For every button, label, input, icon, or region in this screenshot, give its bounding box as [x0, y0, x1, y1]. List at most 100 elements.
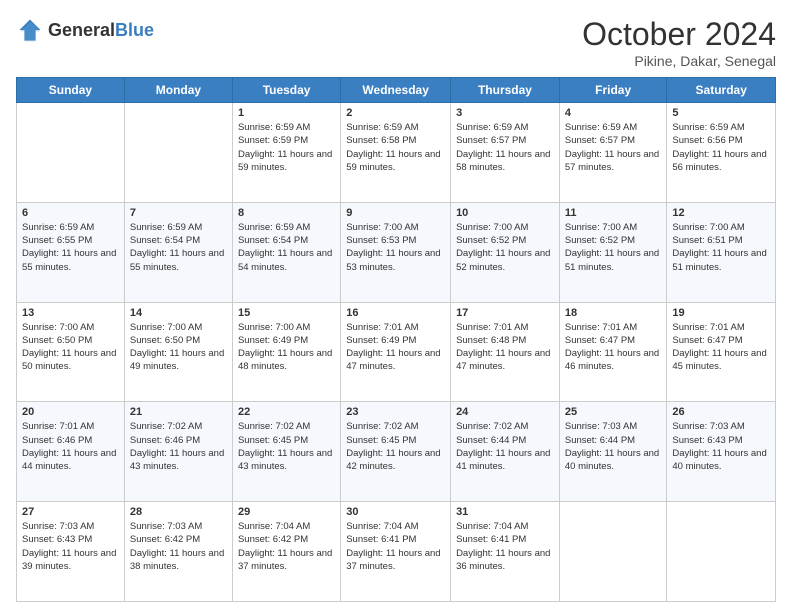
weekday-tuesday: Tuesday: [232, 78, 340, 103]
day-number: 16: [346, 307, 445, 319]
day-number: 17: [456, 307, 554, 319]
calendar-cell: 25Sunrise: 7:03 AMSunset: 6:44 PMDayligh…: [559, 402, 667, 502]
cell-content: Sunrise: 7:01 AMSunset: 6:49 PMDaylight:…: [346, 322, 440, 373]
day-number: 13: [22, 307, 119, 319]
logo-blue: Blue: [115, 20, 154, 40]
calendar-cell: 15 Sunrise: 7:00 AMSunset: 6:49 PMDayligh…: [232, 302, 340, 402]
header: GeneralBlue October 2024 Pikine, Dakar, …: [16, 16, 776, 69]
calendar-cell: 9Sunrise: 7:00 AMSunset: 6:53 PMDaylight…: [341, 202, 451, 302]
cell-content: Sunrise: 7:00 AMSunset: 6:53 PMDaylight:…: [346, 222, 440, 273]
cell-content: Sunrise: 6:59 AMSunset: 6:54 PMDaylight:…: [130, 222, 224, 273]
calendar-cell: 6 Sunrise: 6:59 AMSunset: 6:55 PMDaylight…: [17, 202, 125, 302]
day-number: 3: [456, 107, 554, 119]
day-number: 8: [238, 207, 335, 219]
calendar-cell: 17 Sunrise: 7:01 AMSunset: 6:48 PMDayligh…: [451, 302, 560, 402]
cell-content: Sunrise: 7:00 AMSunset: 6:50 PMDaylight:…: [130, 322, 224, 373]
calendar-cell: 20 Sunrise: 7:01 AMSunset: 6:46 PMDayligh…: [17, 402, 125, 502]
cell-content: Sunrise: 7:00 AMSunset: 6:52 PMDaylight:…: [565, 222, 659, 273]
day-number: 31: [456, 506, 554, 518]
weekday-saturday: Saturday: [667, 78, 776, 103]
calendar-page: GeneralBlue October 2024 Pikine, Dakar, …: [0, 0, 792, 612]
cell-content: Sunrise: 6:59 AMSunset: 6:58 PMDaylight:…: [346, 122, 440, 173]
calendar-cell: 23 Sunrise: 7:02 AMSunset: 6:45 PMDayligh…: [341, 402, 451, 502]
day-number: 12: [672, 207, 770, 219]
calendar-cell: 28 Sunrise: 7:03 AMSunset: 6:42 PMDayligh…: [124, 502, 232, 602]
calendar-cell: 4 Sunrise: 6:59 AMSunset: 6:57 PMDaylight…: [559, 103, 667, 203]
cell-content: Sunrise: 7:02 AMSunset: 6:45 PMDaylight:…: [346, 421, 440, 472]
calendar-cell: 24 Sunrise: 7:02 AMSunset: 6:44 PMDayligh…: [451, 402, 560, 502]
calendar-cell: 30Sunrise: 7:04 AMSunset: 6:41 PMDayligh…: [341, 502, 451, 602]
day-number: 14: [130, 307, 227, 319]
cell-content: Sunrise: 7:03 AMSunset: 6:43 PMDaylight:…: [672, 421, 766, 472]
calendar-cell: [667, 502, 776, 602]
calendar-cell: 21 Sunrise: 7:02 AMSunset: 6:46 PMDayligh…: [124, 402, 232, 502]
day-number: 23: [346, 406, 445, 418]
day-number: 11: [565, 207, 662, 219]
cell-content: Sunrise: 7:01 AMSunset: 6:48 PMDaylight:…: [456, 322, 550, 373]
cell-content: Sunrise: 7:02 AMSunset: 6:44 PMDaylight:…: [456, 421, 550, 472]
cell-content: Sunrise: 7:00 AMSunset: 6:52 PMDaylight:…: [456, 222, 550, 273]
calendar-week-4: 20 Sunrise: 7:01 AMSunset: 6:46 PMDayligh…: [17, 402, 776, 502]
calendar-cell: 19Sunrise: 7:01 AMSunset: 6:47 PMDayligh…: [667, 302, 776, 402]
calendar-cell: 22Sunrise: 7:02 AMSunset: 6:45 PMDayligh…: [232, 402, 340, 502]
calendar-week-3: 13 Sunrise: 7:00 AMSunset: 6:50 PMDayligh…: [17, 302, 776, 402]
day-number: 24: [456, 406, 554, 418]
day-number: 7: [130, 207, 227, 219]
calendar-cell: [17, 103, 125, 203]
calendar-cell: 5Sunrise: 6:59 AMSunset: 6:56 PMDaylight…: [667, 103, 776, 203]
calendar-cell: 16 Sunrise: 7:01 AMSunset: 6:49 PMDayligh…: [341, 302, 451, 402]
cell-content: Sunrise: 7:00 AMSunset: 6:49 PMDaylight:…: [238, 322, 332, 373]
day-number: 6: [22, 207, 119, 219]
calendar-cell: [124, 103, 232, 203]
calendar-cell: 11 Sunrise: 7:00 AMSunset: 6:52 PMDayligh…: [559, 202, 667, 302]
cell-content: Sunrise: 7:01 AMSunset: 6:46 PMDaylight:…: [22, 421, 116, 472]
day-number: 4: [565, 107, 662, 119]
day-number: 22: [238, 406, 335, 418]
calendar-cell: 2 Sunrise: 6:59 AMSunset: 6:58 PMDaylight…: [341, 103, 451, 203]
cell-content: Sunrise: 7:03 AMSunset: 6:42 PMDaylight:…: [130, 521, 224, 572]
calendar-cell: 27 Sunrise: 7:03 AMSunset: 6:43 PMDayligh…: [17, 502, 125, 602]
calendar-week-1: 1Sunrise: 6:59 AMSunset: 6:59 PMDaylight…: [17, 103, 776, 203]
calendar-cell: 14 Sunrise: 7:00 AMSunset: 6:50 PMDayligh…: [124, 302, 232, 402]
calendar-cell: 3Sunrise: 6:59 AMSunset: 6:57 PMDaylight…: [451, 103, 560, 203]
day-number: 18: [565, 307, 662, 319]
weekday-sunday: Sunday: [17, 78, 125, 103]
logo-icon: [16, 16, 44, 44]
day-number: 2: [346, 107, 445, 119]
calendar-cell: 10 Sunrise: 7:00 AMSunset: 6:52 PMDayligh…: [451, 202, 560, 302]
day-number: 19: [672, 307, 770, 319]
title-block: October 2024 Pikine, Dakar, Senegal: [582, 16, 776, 69]
logo-text: GeneralBlue: [48, 20, 154, 41]
day-number: 20: [22, 406, 119, 418]
cell-content: Sunrise: 6:59 AMSunset: 6:55 PMDaylight:…: [22, 222, 116, 273]
cell-content: Sunrise: 7:01 AMSunset: 6:47 PMDaylight:…: [565, 322, 659, 373]
location-subtitle: Pikine, Dakar, Senegal: [582, 53, 776, 69]
day-number: 29: [238, 506, 335, 518]
cell-content: Sunrise: 7:04 AMSunset: 6:42 PMDaylight:…: [238, 521, 332, 572]
day-number: 28: [130, 506, 227, 518]
cell-content: Sunrise: 6:59 AMSunset: 6:59 PMDaylight:…: [238, 122, 332, 173]
cell-content: Sunrise: 6:59 AMSunset: 6:57 PMDaylight:…: [565, 122, 659, 173]
calendar-cell: 1Sunrise: 6:59 AMSunset: 6:59 PMDaylight…: [232, 103, 340, 203]
calendar-cell: 13Sunrise: 7:00 AMSunset: 6:50 PMDayligh…: [17, 302, 125, 402]
calendar-table: SundayMondayTuesdayWednesdayThursdayFrid…: [16, 77, 776, 602]
calendar-cell: [559, 502, 667, 602]
day-number: 15: [238, 307, 335, 319]
calendar-cell: 12 Sunrise: 7:00 AMSunset: 6:51 PMDayligh…: [667, 202, 776, 302]
day-number: 10: [456, 207, 554, 219]
day-number: 27: [22, 506, 119, 518]
cell-content: Sunrise: 7:00 AMSunset: 6:51 PMDaylight:…: [672, 222, 766, 273]
cell-content: Sunrise: 7:02 AMSunset: 6:46 PMDaylight:…: [130, 421, 224, 472]
calendar-header: SundayMondayTuesdayWednesdayThursdayFrid…: [17, 78, 776, 103]
calendar-cell: 31 Sunrise: 7:04 AMSunset: 6:41 PMDayligh…: [451, 502, 560, 602]
cell-content: Sunrise: 7:04 AMSunset: 6:41 PMDaylight:…: [456, 521, 550, 572]
calendar-cell: 26Sunrise: 7:03 AMSunset: 6:43 PMDayligh…: [667, 402, 776, 502]
day-number: 25: [565, 406, 662, 418]
cell-content: Sunrise: 7:04 AMSunset: 6:41 PMDaylight:…: [346, 521, 440, 572]
logo-general: General: [48, 20, 115, 40]
calendar-cell: 7 Sunrise: 6:59 AMSunset: 6:54 PMDaylight…: [124, 202, 232, 302]
month-title: October 2024: [582, 16, 776, 53]
day-number: 21: [130, 406, 227, 418]
cell-content: Sunrise: 7:03 AMSunset: 6:43 PMDaylight:…: [22, 521, 116, 572]
weekday-friday: Friday: [559, 78, 667, 103]
